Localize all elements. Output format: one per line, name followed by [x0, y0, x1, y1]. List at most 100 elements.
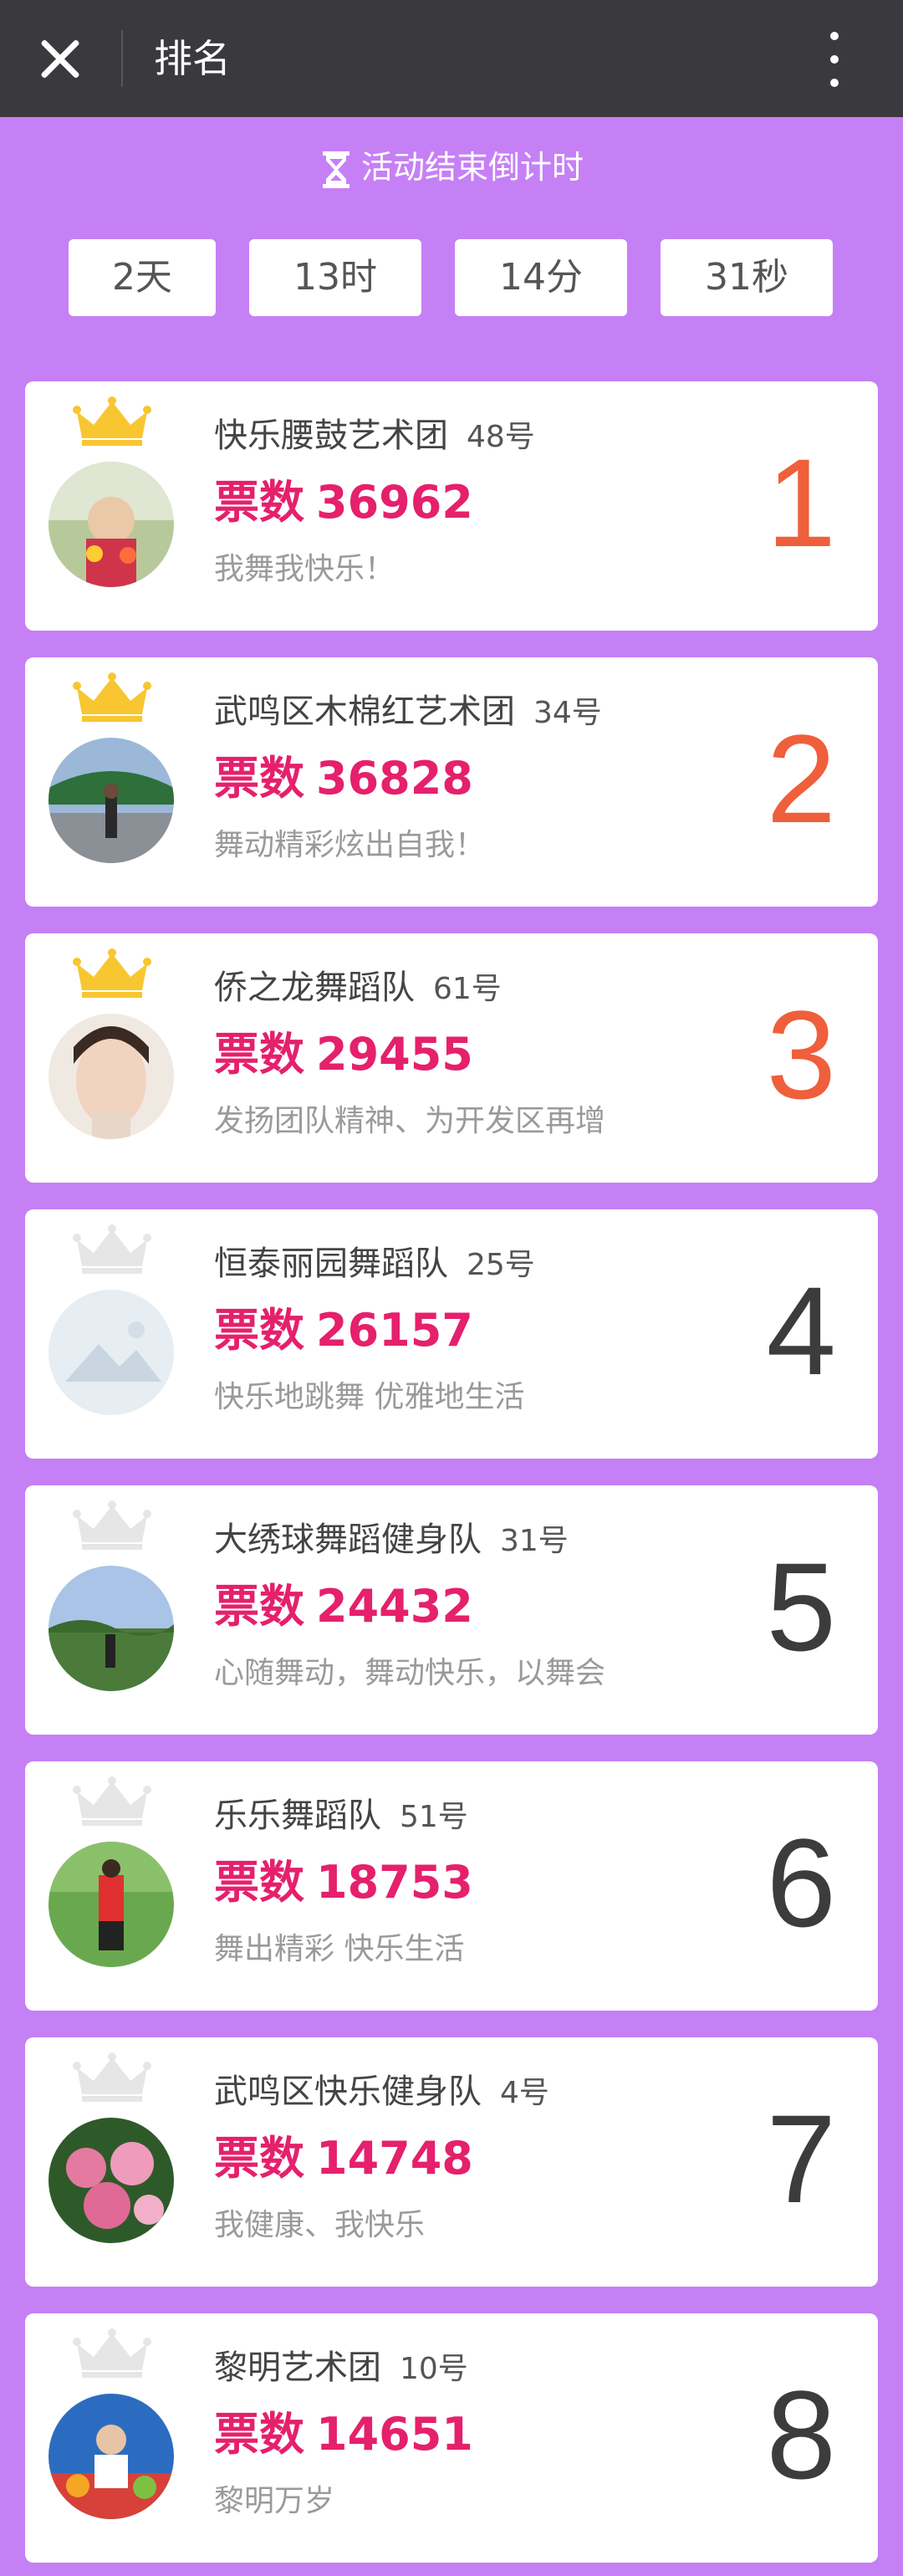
ranking-card[interactable]: 武鸣区快乐健身队 4号 票数 14748 我健康、我快乐 7	[25, 2037, 878, 2287]
votes-label: 票数	[214, 2408, 304, 2461]
team-slogan: 我健康、我快乐	[214, 2208, 426, 2242]
countdown-seconds: 31秒	[661, 239, 833, 316]
hourglass-icon	[322, 151, 349, 188]
vote-count: 36962	[316, 476, 473, 529]
vote-count: 29455	[316, 1028, 473, 1081]
avatar	[48, 738, 174, 863]
team-number: 31号	[500, 1524, 569, 1558]
avatar	[48, 462, 174, 587]
vote-count: 24432	[316, 1580, 473, 1633]
gold-crown-icon	[73, 672, 151, 722]
vote-count: 36828	[316, 752, 473, 805]
ranking-card[interactable]: 大绣球舞蹈健身队 31号 票数 24432 心随舞动，舞动快乐，以舞会 5	[25, 1485, 878, 1735]
votes-label: 票数	[214, 1580, 304, 1633]
team-name-line: 黎明艺术团 10号	[214, 2345, 468, 2392]
avatar	[48, 1014, 174, 1139]
rank-number: 7	[766, 2088, 836, 2229]
vote-count-line: 票数 18753	[214, 1853, 473, 1912]
vote-count-line: 票数 36828	[214, 749, 473, 808]
team-number: 10号	[400, 2352, 468, 2386]
countdown-hours: 13时	[249, 239, 421, 316]
ranking-card[interactable]: 侨之龙舞蹈队 61号票数 29455 发扬团队精神、为开发区再增 3	[25, 933, 878, 1183]
vote-count-line: 票数 24432	[214, 1577, 473, 1636]
votes-label: 票数	[214, 1304, 304, 1357]
ranking-card[interactable]: 恒泰丽园舞蹈队 25号票数 26157 快乐地跳舞 优雅地生活 4	[25, 1209, 878, 1459]
team-name-line: 武鸣区快乐健身队 4号	[214, 2069, 549, 2116]
team-number: 51号	[400, 1800, 468, 1834]
countdown-days: 2天	[69, 239, 216, 316]
team-slogan: 快乐地跳舞 优雅地生活	[214, 1380, 525, 1414]
rank-number: 2	[766, 708, 836, 849]
team-name: 侨之龙舞蹈队	[214, 969, 415, 1007]
avatar	[48, 2394, 174, 2519]
votes-label: 票数	[214, 476, 304, 529]
rank-number: 4	[766, 1260, 836, 1401]
votes-label: 票数	[214, 1028, 304, 1081]
team-name-line: 快乐腰鼓艺术团 48号	[214, 413, 535, 460]
team-number: 48号	[467, 420, 535, 454]
ranking-card[interactable]: 武鸣区木棉红艺术团 34号票数 36828 舞动精彩炫出自我！ 2	[25, 657, 878, 907]
rank-number: 5	[766, 1536, 836, 1677]
grey-crown-icon	[73, 1776, 151, 1826]
ranking-card[interactable]: 乐乐舞蹈队 51号票数 18753 舞出精彩 快乐生活 6	[25, 1761, 878, 2011]
team-name: 快乐腰鼓艺术团	[214, 417, 448, 455]
vote-count-line: 票数 29455	[214, 1025, 473, 1084]
team-name: 武鸣区木棉红艺术团	[214, 693, 515, 731]
grey-crown-icon	[73, 1500, 151, 1550]
vote-count-line: 票数 36962	[214, 473, 473, 532]
countdown-label: 活动结束倒计时	[360, 149, 584, 186]
team-name: 大绣球舞蹈健身队	[214, 1521, 482, 1559]
votes-label: 票数	[214, 1856, 304, 1909]
grey-crown-icon	[73, 1224, 151, 1274]
page-title: 排名	[154, 36, 231, 81]
avatar	[48, 1290, 174, 1415]
rank-number: 3	[766, 984, 836, 1125]
rank-number: 1	[766, 432, 836, 573]
grey-crown-icon	[73, 2328, 151, 2378]
team-name-line: 武鸣区木棉红艺术团 34号	[214, 689, 602, 736]
team-name: 恒泰丽园舞蹈队	[214, 1245, 448, 1283]
top-bar: 排名	[0, 0, 903, 117]
divider	[121, 30, 123, 87]
grey-crown-icon	[73, 2052, 151, 2102]
more-vertical-icon[interactable]	[818, 28, 851, 90]
team-slogan: 我舞我快乐！	[214, 552, 395, 586]
vote-count: 18753	[316, 1856, 473, 1909]
team-slogan: 发扬团队精神、为开发区再增	[214, 1104, 606, 1138]
vote-count: 26157	[316, 1304, 473, 1357]
vote-count: 14748	[316, 2132, 473, 2185]
vote-count-line: 票数 26157	[214, 1301, 473, 1360]
avatar	[48, 1842, 174, 1967]
team-number: 25号	[467, 1248, 535, 1282]
team-slogan: 心随舞动，舞动快乐，以舞会	[214, 1656, 606, 1690]
vote-count: 14651	[316, 2408, 473, 2461]
team-name-line: 乐乐舞蹈队 51号	[214, 1793, 468, 1840]
team-name-line: 恒泰丽园舞蹈队 25号	[214, 1241, 535, 1288]
ranking-card[interactable]: 黎明艺术团 10号票数 14651 黎明万岁 8	[25, 2313, 878, 2563]
countdown-header: 活动结束倒计时	[0, 142, 903, 192]
vote-count-line: 票数 14748	[214, 2129, 473, 2188]
rank-number: 8	[766, 2364, 836, 2505]
vote-count-line: 票数 14651	[214, 2405, 473, 2464]
gold-crown-icon	[73, 396, 151, 446]
votes-label: 票数	[214, 2132, 304, 2185]
votes-label: 票数	[214, 752, 304, 805]
avatar	[48, 2118, 174, 2243]
team-name: 乐乐舞蹈队	[214, 1797, 381, 1835]
close-icon[interactable]	[33, 32, 87, 85]
countdown-minutes: 14分	[455, 239, 627, 316]
ranking-card[interactable]: 快乐腰鼓艺术团 48号票数 36962 我舞我快乐！ 1	[25, 381, 878, 631]
team-name: 黎明艺术团	[214, 2349, 381, 2387]
avatar	[48, 1566, 174, 1691]
team-name: 武鸣区快乐健身队	[214, 2073, 482, 2111]
team-number: 34号	[533, 696, 602, 730]
team-slogan: 舞动精彩炫出自我！	[214, 828, 486, 862]
team-number: 61号	[433, 972, 502, 1006]
gold-crown-icon	[73, 948, 151, 998]
team-slogan: 舞出精彩 快乐生活	[214, 1932, 465, 1966]
team-name-line: 大绣球舞蹈健身队 31号	[214, 1517, 569, 1564]
team-name-line: 侨之龙舞蹈队 61号	[214, 965, 502, 1012]
team-number: 4号	[500, 2076, 549, 2110]
team-slogan: 黎明万岁	[214, 2484, 335, 2518]
rank-number: 6	[766, 1812, 836, 1953]
